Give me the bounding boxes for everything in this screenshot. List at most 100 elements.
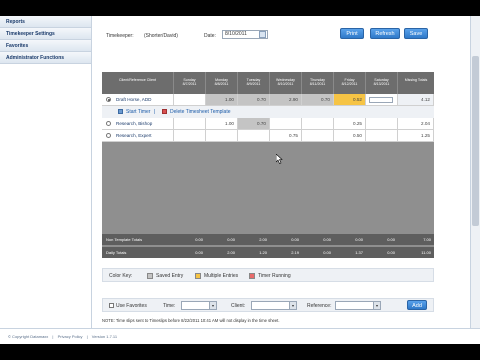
calendar-icon[interactable] xyxy=(259,31,266,38)
add-entry-bar: Use Favorites Time: ▾ Client: ▾ Referenc… xyxy=(102,298,434,312)
hours-cell[interactable] xyxy=(206,130,238,142)
table-row[interactable]: Research, Expert 0.75 0.50 1.25 xyxy=(102,130,434,142)
sidebar-item-reports[interactable]: Reports xyxy=(0,16,91,28)
table-row[interactable]: Research, Bishop 1.00 0.70 0.25 2.04 xyxy=(102,118,434,130)
hours-cell[interactable] xyxy=(366,118,398,130)
hours-cell[interactable]: 2.90 xyxy=(270,94,302,106)
date-value: 8/10/2011 xyxy=(225,31,247,37)
row-select-radio[interactable] xyxy=(106,121,111,126)
hours-cell[interactable] xyxy=(302,130,334,142)
hours-cell[interactable]: 0.70 xyxy=(238,118,270,130)
hours-cell[interactable]: 1.00 xyxy=(206,118,238,130)
column-header-sunday[interactable]: Sunday 8/7/2011 xyxy=(174,72,206,94)
total-cell: 2.19 xyxy=(291,250,299,255)
add-button[interactable]: Add xyxy=(407,300,427,310)
total-cell: 0.00 xyxy=(227,237,235,242)
hours-cell[interactable] xyxy=(270,118,302,130)
column-header-date: 8/11/2011 xyxy=(309,82,326,87)
hours-cell[interactable] xyxy=(174,94,206,106)
print-button[interactable]: Print xyxy=(340,28,364,39)
vertical-scrollbar[interactable] xyxy=(470,16,480,328)
column-header-wednesday[interactable]: Wednesday 8/10/2011 xyxy=(270,72,302,94)
time-select[interactable]: ▾ xyxy=(181,301,217,310)
sidebar-item-label: Timekeeper Settings xyxy=(6,31,55,37)
row-select-radio[interactable] xyxy=(106,97,111,102)
timekeeper-value: (Shorter/David) xyxy=(144,33,178,39)
note-text: NOTE: Time slips sent to Timeslips befor… xyxy=(102,318,280,323)
timesheet-grid: Client/Reference Client Sunday 8/7/2011 M… xyxy=(102,72,434,258)
legend-label: Timer Running xyxy=(258,273,291,279)
column-header-missing-totals[interactable]: Missing Totals xyxy=(398,72,434,94)
hours-cell[interactable]: 0.52 xyxy=(334,94,366,106)
client-select[interactable]: ▾ xyxy=(251,301,297,310)
hours-cell[interactable] xyxy=(366,94,398,106)
version-text: Version 1.7.11 xyxy=(91,334,118,339)
missing-total-cell: 2.04 xyxy=(398,118,434,130)
link-separator: | xyxy=(154,109,156,115)
total-cell: 0.00 xyxy=(195,237,203,242)
total-cell: 0.00 xyxy=(355,237,363,242)
legend-label: Saved Entry xyxy=(156,273,184,279)
hours-cell[interactable]: 0.50 xyxy=(334,130,366,142)
column-header-date: 8/12/2011 xyxy=(341,82,358,87)
total-cell: 2.00 xyxy=(227,250,235,255)
column-header-thursday[interactable]: Thursday 8/11/2011 xyxy=(302,72,334,94)
hours-cell[interactable] xyxy=(366,130,398,142)
timesheet-panel: Timekeeper: (Shorter/David) Date: 8/10/2… xyxy=(96,22,438,328)
multiple-entries-swatch xyxy=(195,273,201,279)
row-client-name: Research, Bishop xyxy=(102,118,174,130)
legend-label: Multiple Entries xyxy=(204,273,239,279)
sidebar-item-label: Reports xyxy=(6,19,25,25)
use-favorites-checkbox[interactable] xyxy=(109,303,114,308)
non-template-totals-row: Non Template Totals 0.00 0.00 2.00 0.00 … xyxy=(102,234,434,245)
hours-cell[interactable]: 0.25 xyxy=(334,118,366,130)
missing-total-cell: 4.12 xyxy=(398,94,434,106)
reference-select[interactable]: ▾ xyxy=(335,301,381,310)
hours-cell[interactable]: 1.00 xyxy=(206,94,238,106)
column-header-client[interactable]: Client/Reference Client xyxy=(102,72,174,94)
column-header-saturday[interactable]: Saturday 8/13/2011 xyxy=(366,72,398,94)
column-header-friday[interactable]: Friday 8/12/2011 xyxy=(334,72,366,94)
totals-label: Daily Totals xyxy=(106,250,127,255)
use-favorites-label: Use Favorites xyxy=(116,303,147,309)
sidebar-item-timekeeper-settings[interactable]: Timekeeper Settings xyxy=(0,28,91,40)
delete-icon xyxy=(162,109,167,114)
hours-cell[interactable] xyxy=(174,118,206,130)
total-cell: 0.00 xyxy=(291,237,299,242)
saved-entry-swatch xyxy=(147,273,153,279)
footer-separator: | xyxy=(86,334,88,339)
table-row[interactable]: Draft Horse, ADD 1.00 0.70 2.90 0.70 0.5… xyxy=(102,94,434,106)
column-header-tuesday[interactable]: Tuesday 8/9/2011 xyxy=(238,72,270,94)
start-timer-link[interactable]: Start Timer xyxy=(126,109,150,115)
row-actions: Start Timer | Delete Timesheet Template xyxy=(102,106,434,118)
hours-cell[interactable] xyxy=(238,130,270,142)
sidebar-item-label: Administrator Functions xyxy=(6,55,65,61)
column-header-label: Client/Reference Client xyxy=(119,78,156,82)
timer-running-swatch xyxy=(249,273,255,279)
row-select-radio[interactable] xyxy=(106,133,111,138)
sidebar: Reports Timekeeper Settings Favorites Ad… xyxy=(0,16,92,328)
sidebar-item-administrator-functions[interactable]: Administrator Functions xyxy=(0,52,91,64)
hours-cell[interactable] xyxy=(174,130,206,142)
privacy-link[interactable]: Privacy Policy xyxy=(58,334,83,339)
chevron-down-icon: ▾ xyxy=(289,302,296,309)
copyright-text: © Copyright Datamaxx xyxy=(8,334,49,339)
total-cell: 1.20 xyxy=(259,250,267,255)
hours-cell[interactable] xyxy=(302,118,334,130)
sidebar-item-favorites[interactable]: Favorites xyxy=(0,40,91,52)
refresh-button[interactable]: Refresh xyxy=(370,28,400,39)
color-key-title: Color Key: xyxy=(109,273,133,279)
hours-cell[interactable]: 0.70 xyxy=(238,94,270,106)
save-button[interactable]: Save xyxy=(404,28,428,39)
hours-cell[interactable]: 0.75 xyxy=(270,130,302,142)
delete-template-link[interactable]: Delete Timesheet Template xyxy=(170,109,231,115)
missing-total-cell: 1.25 xyxy=(398,130,434,142)
column-header-monday[interactable]: Monday 8/8/2011 xyxy=(206,72,238,94)
row-client-label: Research, Bishop xyxy=(116,121,153,126)
scrollbar-thumb[interactable] xyxy=(472,56,479,226)
column-header-date: 8/9/2011 xyxy=(246,82,261,87)
total-cell: 1.37 xyxy=(355,250,363,255)
timekeeper-label: Timekeeper: xyxy=(106,33,134,39)
hours-input[interactable] xyxy=(369,97,393,103)
hours-cell[interactable]: 0.70 xyxy=(302,94,334,106)
